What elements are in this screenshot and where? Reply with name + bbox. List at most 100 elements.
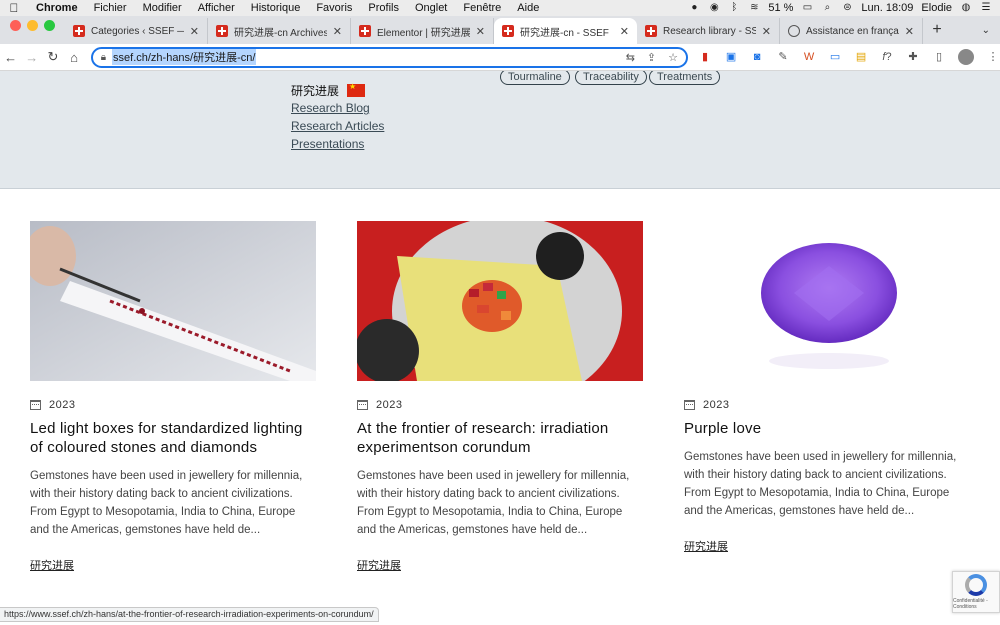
link-status-bar: https://www.ssef.ch/zh-hans/at-the-front… xyxy=(0,607,379,622)
post-thumbnail[interactable] xyxy=(357,221,643,381)
tab-label: Research library - SSEF xyxy=(663,25,756,37)
post-category-link[interactable]: 研究进展 xyxy=(357,557,401,573)
menu-clock[interactable]: Lun. 18:09 xyxy=(861,2,913,14)
share-icon[interactable]: ⇪ xyxy=(647,51,656,64)
notification-icon[interactable]: ☰ xyxy=(980,3,992,13)
extension-icon[interactable]: ▭ xyxy=(828,50,842,64)
post-year: 2023 xyxy=(49,399,76,411)
tag-pill[interactable]: Traceability xyxy=(575,71,647,85)
post-excerpt: Gemstones have been used in jewellery fo… xyxy=(684,451,957,517)
control-center-icon[interactable]: ⊜ xyxy=(841,3,853,13)
close-icon[interactable]: ✕ xyxy=(905,25,914,38)
extension-icon[interactable]: ✎ xyxy=(776,50,790,64)
menu-kebab-icon[interactable]: ⋮ xyxy=(986,50,1000,64)
menu-user[interactable]: Elodie xyxy=(921,2,952,14)
menu-onglet[interactable]: Onglet xyxy=(407,2,455,14)
post-title[interactable]: Purple love xyxy=(684,419,970,438)
calendar-icon xyxy=(357,400,368,410)
tab-active-ssef[interactable]: 研究进展-cn - SSEF ✕ xyxy=(494,18,637,44)
menu-fenetre[interactable]: Fenêtre xyxy=(455,2,509,14)
tab-archives[interactable]: 研究进展-cn Archives - S ✕ xyxy=(208,18,351,44)
battery-icon[interactable]: ▭ xyxy=(801,3,813,13)
extension-icon[interactable]: ◙ xyxy=(750,50,764,64)
menu-modifier[interactable]: Modifier xyxy=(135,2,190,14)
swiss-flag-icon xyxy=(502,25,514,37)
status-app-icon[interactable]: ◉ xyxy=(708,3,720,13)
post-title[interactable]: At the frontier of research: irradiation… xyxy=(357,419,643,457)
browser-toolbar: ← → ↻ ⌂ 🔒︎ ssef.ch/zh-hans/研究进展-cn/ ⇆ ⇪ … xyxy=(0,44,1000,71)
formula-icon[interactable]: f? xyxy=(880,50,894,64)
extension-icon[interactable]: ▣ xyxy=(724,50,738,64)
macos-menu-bar:  Chrome Fichier Modifier Afficher Histo… xyxy=(0,0,1000,16)
recaptcha-badge[interactable]: Confidentialité - Conditions xyxy=(952,571,1000,613)
tab-search-chevron-icon[interactable]: ⌄ xyxy=(982,25,1000,36)
address-bar[interactable]: 🔒︎ ssef.ch/zh-hans/研究进展-cn/ ⇆ ⇪ ☆ xyxy=(90,46,689,68)
menu-historique[interactable]: Historique xyxy=(243,2,309,14)
home-button[interactable]: ⌂ xyxy=(64,50,85,65)
nav-link-research-blog[interactable]: Research Blog xyxy=(291,101,370,115)
extension-icon[interactable]: ▤ xyxy=(854,50,868,64)
tab-assistance[interactable]: Assistance en français - ✕ xyxy=(780,18,923,44)
battery-percent[interactable]: 51 % xyxy=(768,2,793,14)
tag-pill[interactable]: Treatments xyxy=(649,71,721,85)
close-window-button[interactable] xyxy=(10,20,21,31)
menu-extras: ● ◉ ᛒ ≋ 51 % ▭ ⌕ ⊜ Lun. 18:09 Elodie ◍ ☰ xyxy=(688,2,1000,14)
bluetooth-icon[interactable]: ᛒ xyxy=(728,3,740,13)
forward-button[interactable]: → xyxy=(21,50,42,65)
siri-icon[interactable]: ◍ xyxy=(960,3,972,13)
translate-icon[interactable]: ⇆ xyxy=(626,51,635,64)
recaptcha-text[interactable]: Confidentialité - Conditions xyxy=(953,598,999,610)
back-button[interactable]: ← xyxy=(0,50,21,65)
research-nav: 研究进展 Research Blog Research Articles Pre… xyxy=(291,81,384,153)
tag-pill[interactable]: Tourmaline xyxy=(500,71,570,85)
close-icon[interactable]: ✕ xyxy=(476,25,485,38)
nav-current-item[interactable]: 研究进展 xyxy=(291,82,339,99)
tab-categories[interactable]: Categories ‹ SSEF — Wo ✕ xyxy=(65,18,208,44)
close-icon[interactable]: ✕ xyxy=(762,25,771,38)
reload-button[interactable]: ↻ xyxy=(42,49,63,65)
menu-app-chrome[interactable]: Chrome xyxy=(28,2,86,14)
wordpress-icon[interactable]: W xyxy=(802,50,816,64)
status-app-icon[interactable]: ● xyxy=(688,3,700,13)
close-icon[interactable]: ✕ xyxy=(190,25,199,38)
post-meta: 2023 xyxy=(684,399,970,411)
apple-icon[interactable]:  xyxy=(0,1,28,15)
url-text[interactable]: ssef.ch/zh-hans/研究进展-cn/ xyxy=(112,49,257,65)
tab-research-library[interactable]: Research library - SSEF ✕ xyxy=(637,18,780,44)
avatar[interactable] xyxy=(958,49,975,65)
swiss-flag-icon xyxy=(645,25,657,37)
post-category-link[interactable]: 研究进展 xyxy=(684,538,728,554)
menu-favoris[interactable]: Favoris xyxy=(308,2,360,14)
post-category-link[interactable]: 研究进展 xyxy=(30,557,74,573)
window-controls xyxy=(0,20,65,40)
menu-afficher[interactable]: Afficher xyxy=(190,2,243,14)
new-tab-button[interactable]: + xyxy=(923,21,951,39)
nav-link-presentations[interactable]: Presentations xyxy=(291,137,364,151)
menu-profils[interactable]: Profils xyxy=(360,2,407,14)
menu-fichier[interactable]: Fichier xyxy=(86,2,135,14)
lock-icon[interactable]: 🔒︎ xyxy=(101,52,106,63)
zoom-window-button[interactable] xyxy=(44,20,55,31)
menu-aide[interactable]: Aide xyxy=(509,2,547,14)
bookmark-star-icon[interactable]: ☆ xyxy=(668,51,678,64)
post-title[interactable]: Led light boxes for standardized lightin… xyxy=(30,419,316,457)
minimize-window-button[interactable] xyxy=(27,20,38,31)
sidepanel-icon[interactable]: ▯ xyxy=(932,50,946,64)
search-icon[interactable]: ⌕ xyxy=(821,3,833,13)
close-icon[interactable]: ✕ xyxy=(333,25,342,38)
post-thumbnail[interactable] xyxy=(684,221,970,381)
china-flag-icon[interactable] xyxy=(347,82,366,97)
post-thumbnail[interactable] xyxy=(30,221,316,381)
header-band: Tourmaline Traceability Treatments 研究进展 … xyxy=(0,71,1000,189)
puzzle-icon[interactable]: ✚ xyxy=(906,50,920,64)
close-icon[interactable]: ✕ xyxy=(620,25,629,38)
omnibox-actions: ⇆ ⇪ ☆ xyxy=(626,51,678,64)
post-year: 2023 xyxy=(703,399,730,411)
swiss-flag-icon xyxy=(216,25,228,37)
swiss-flag-icon xyxy=(359,25,371,37)
extension-icon[interactable]: ▮ xyxy=(698,50,712,64)
nav-link-research-articles[interactable]: Research Articles xyxy=(291,119,384,133)
tab-elementor[interactable]: Elementor | 研究进展-cn ✕ xyxy=(351,18,494,44)
wifi-icon[interactable]: ≋ xyxy=(748,3,760,13)
irradiation-experiment-image xyxy=(357,221,643,381)
